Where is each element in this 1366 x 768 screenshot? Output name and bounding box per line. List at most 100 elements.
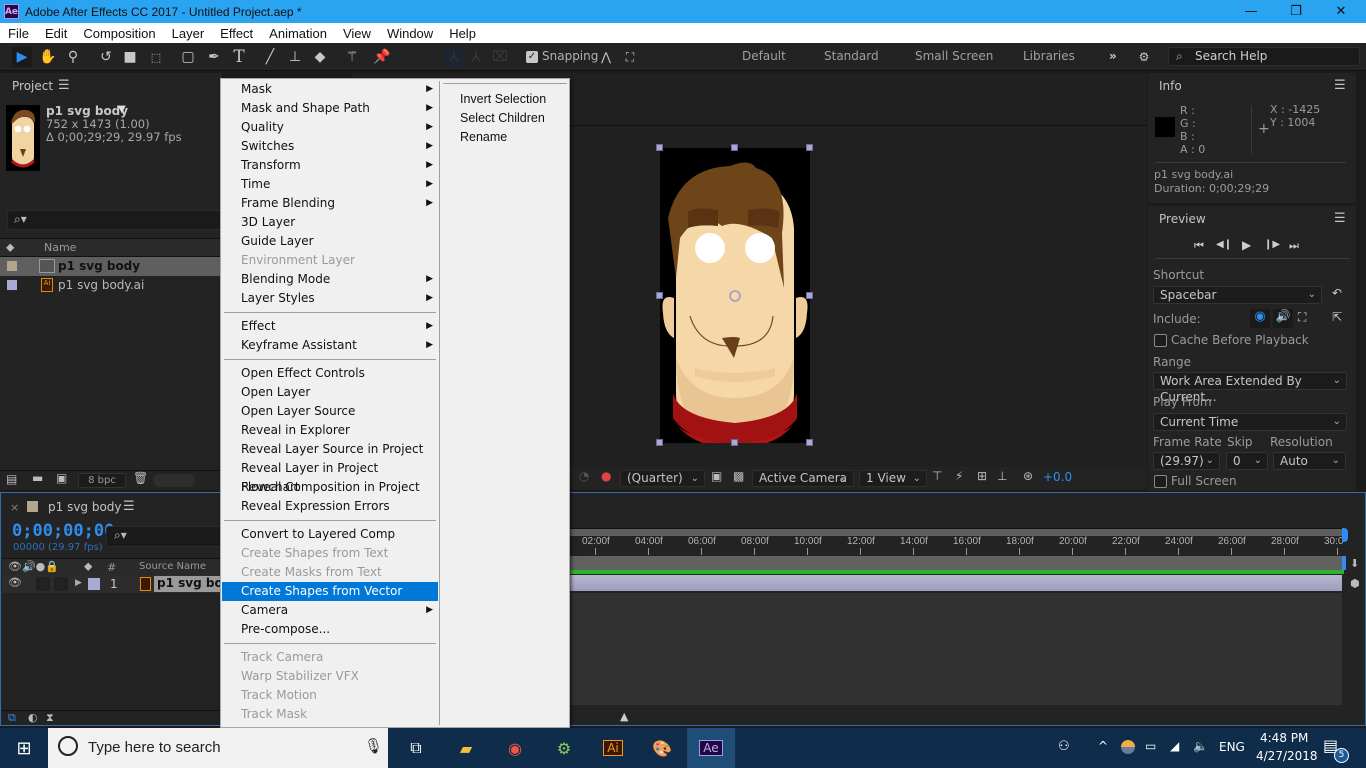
menu-item-reveal-layer-in-project-flowchart[interactable]: Reveal Layer in Project Flowchart bbox=[222, 459, 438, 494]
view-layout-dropdown[interactable]: 1 View ⌄ bbox=[859, 470, 927, 487]
menu-item-open-layer[interactable]: Open Layer bbox=[222, 383, 438, 402]
snap-edges-icon[interactable]: ⋀ bbox=[596, 47, 616, 67]
project-scroll-slider[interactable] bbox=[153, 474, 195, 487]
export-icon[interactable]: ⇱ bbox=[1332, 310, 1342, 324]
transform-handle[interactable] bbox=[806, 144, 813, 151]
expand-arrow-icon[interactable]: ▶ bbox=[75, 578, 82, 588]
menu-item-quality[interactable]: Quality ▶ bbox=[222, 118, 438, 137]
transform-handle[interactable] bbox=[806, 439, 813, 446]
menu-item-pre-compose[interactable]: Pre-compose... bbox=[222, 620, 438, 639]
eraser-tool-icon[interactable]: ◆ bbox=[310, 47, 330, 67]
more-workspaces-icon[interactable]: » bbox=[1109, 49, 1117, 63]
menu-item-blending-mode[interactable]: Blending Mode ▶ bbox=[222, 270, 438, 289]
region-of-interest-icon[interactable]: ▣ bbox=[711, 469, 722, 483]
transform-handle[interactable] bbox=[731, 144, 738, 151]
frame-rate-dropdown[interactable]: (29.97) ⌄ bbox=[1153, 452, 1220, 470]
menu-item-layer-styles[interactable]: Layer Styles ▶ bbox=[222, 289, 438, 308]
next-frame-button[interactable]: ❙▶ bbox=[1264, 239, 1280, 250]
work-area-end-handle[interactable] bbox=[1342, 528, 1348, 542]
bit-depth-button[interactable]: 8 bpc bbox=[78, 473, 126, 488]
clone-stamp-tool-icon[interactable]: ⊥ bbox=[285, 47, 305, 67]
info-panel-menu-icon[interactable]: ☰ bbox=[1334, 78, 1346, 93]
volume-icon[interactable]: 🔈 bbox=[1193, 739, 1208, 753]
skip-dropdown[interactable]: 0 ⌄ bbox=[1226, 452, 1268, 470]
visibility-eye-icon[interactable]: 👁 bbox=[8, 576, 22, 589]
language-indicator[interactable]: ENG bbox=[1219, 740, 1245, 754]
info-panel-title[interactable]: Info bbox=[1159, 79, 1182, 93]
menu-item-guide-layer[interactable]: Guide Layer bbox=[222, 232, 438, 251]
people-icon[interactable]: ⚇ bbox=[1058, 739, 1070, 754]
timeline-icon[interactable]: ⊞ bbox=[977, 469, 987, 483]
interpret-footage-icon[interactable]: ▤ bbox=[6, 472, 17, 486]
label-color-swatch[interactable] bbox=[7, 261, 17, 271]
project-item-row[interactable]: p1 svg body bbox=[0, 257, 222, 276]
pen-tool-icon[interactable]: ✒ bbox=[204, 47, 224, 67]
timeline-layer-row[interactable]: 👁 ▶ 1 p1 svg body.ai bbox=[2, 575, 220, 593]
workspace-libraries[interactable]: Libraries bbox=[1023, 49, 1075, 63]
selection-tool-icon[interactable]: ▶ bbox=[12, 47, 32, 67]
exposure-value[interactable]: +0.0 bbox=[1043, 470, 1072, 484]
wifi-icon[interactable]: ◢ bbox=[1170, 739, 1179, 753]
close-tab-icon[interactable]: × bbox=[10, 501, 19, 514]
comp-marker-bin-icon[interactable]: ⬇ bbox=[1350, 557, 1359, 570]
transform-handle[interactable] bbox=[806, 292, 813, 299]
include-video-icon[interactable]: ◉ bbox=[1250, 309, 1270, 328]
search-help-input[interactable]: ⌕ Search Help bbox=[1168, 47, 1360, 66]
menu-help[interactable]: Help bbox=[441, 26, 484, 41]
transform-handle[interactable] bbox=[656, 144, 663, 151]
time-ruler[interactable]: 02:00f 04:00f 06:00f 08:00f 10:00f 12:00f 14:0… bbox=[570, 536, 1344, 556]
item-dropdown-icon[interactable]: ▼ bbox=[118, 104, 126, 115]
menu-item-keyframe-assistant[interactable]: Keyframe Assistant ▶ bbox=[222, 336, 438, 355]
menu-animation[interactable]: Animation bbox=[261, 26, 335, 41]
menu-composition[interactable]: Composition bbox=[75, 26, 163, 41]
solo-toggle[interactable] bbox=[36, 577, 50, 591]
transparency-grid-icon[interactable]: ▩ bbox=[733, 469, 744, 483]
project-item-row[interactable]: Ai p1 svg body.ai bbox=[0, 276, 222, 295]
start-button-windows-icon[interactable]: ⊞ bbox=[0, 728, 48, 768]
zoom-in-icon[interactable]: ▲ bbox=[620, 710, 628, 723]
timeline-menu-icon[interactable]: ☰ bbox=[123, 499, 135, 514]
name-column-header[interactable]: Name bbox=[44, 241, 76, 254]
timeline-tab-title[interactable]: p1 svg body bbox=[48, 500, 122, 514]
menu-window[interactable]: Window bbox=[379, 26, 441, 41]
time-navigator[interactable] bbox=[570, 556, 1344, 570]
new-composition-icon[interactable]: ▣ bbox=[56, 471, 67, 485]
menu-item-reveal-in-explorer[interactable]: Reveal in Explorer bbox=[222, 421, 438, 440]
pixel-aspect-icon[interactable]: ⊤ bbox=[932, 469, 942, 483]
label-color-swatch[interactable] bbox=[7, 280, 17, 290]
minimize-button[interactable]: — bbox=[1228, 0, 1274, 23]
include-overlays-icon[interactable]: ⛶ bbox=[1298, 310, 1306, 325]
full-screen-checkbox[interactable] bbox=[1154, 475, 1167, 488]
menu-item-effect[interactable]: Effect ▶ bbox=[222, 317, 438, 336]
chrome-icon[interactable]: ◉ bbox=[491, 728, 539, 768]
roto-brush-tool-icon[interactable]: ⚚ bbox=[342, 47, 362, 67]
battery-icon[interactable]: ▭ bbox=[1145, 739, 1156, 753]
project-panel-title[interactable]: Project bbox=[12, 79, 53, 93]
android-studio-icon[interactable]: ⚙ bbox=[540, 728, 588, 768]
menu-rename[interactable]: Rename bbox=[460, 130, 507, 144]
av-switches-icon[interactable]: 👁🔊●🔒 bbox=[8, 560, 59, 573]
brush-tool-icon[interactable]: ╱ bbox=[260, 47, 280, 67]
menu-item-transform[interactable]: Transform ▶ bbox=[222, 156, 438, 175]
local-axis-mode-icon[interactable]: ⅄ bbox=[444, 47, 464, 67]
menu-invert-selection[interactable]: Invert Selection bbox=[460, 92, 546, 106]
menu-file[interactable]: File bbox=[0, 26, 37, 41]
layer-label-swatch[interactable] bbox=[88, 578, 100, 590]
close-button[interactable]: ✕ bbox=[1318, 0, 1364, 23]
play-from-dropdown[interactable]: Current Time ⌄ bbox=[1153, 413, 1347, 431]
lock-toggle[interactable] bbox=[54, 577, 68, 591]
layer-duration-bar[interactable] bbox=[570, 575, 1342, 591]
source-name-column-header[interactable]: Source Name bbox=[139, 561, 206, 572]
current-time-display[interactable]: 0;00;00;00 bbox=[12, 521, 114, 541]
camera-tool-icon[interactable]: ■ bbox=[120, 47, 140, 67]
project-item-name[interactable]: p1 svg body bbox=[46, 104, 128, 118]
menu-view[interactable]: View bbox=[335, 26, 379, 41]
pan-behind-tool-icon[interactable]: ⬚ bbox=[146, 47, 166, 67]
menu-effect[interactable]: Effect bbox=[212, 26, 261, 41]
reset-shortcut-icon[interactable]: ↶ bbox=[1332, 286, 1342, 300]
menu-item-mask[interactable]: Mask ▶ bbox=[222, 80, 438, 99]
taskbar-search-box[interactable]: Type here to search 🎙 bbox=[48, 728, 388, 768]
magnification-dropdown[interactable]: (Quarter) ⌄ bbox=[620, 470, 705, 487]
clock-time[interactable]: 4:48 PM bbox=[1260, 731, 1308, 745]
menu-item-convert-to-layered-comp[interactable]: Convert to Layered Comp bbox=[222, 525, 438, 544]
